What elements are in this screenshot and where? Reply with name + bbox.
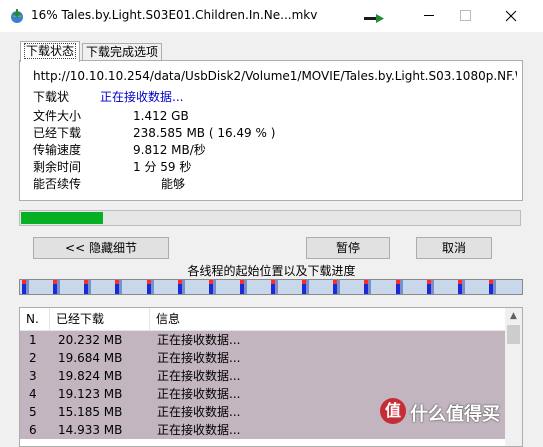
table-row[interactable]: 1 20.232 MB 正在接收数据... [20,331,505,349]
watermark-text: 什么值得买 [410,404,500,425]
status-value: 正在接收数据... [100,90,184,104]
tab-download-status-label: 下载状态 [24,43,77,59]
thread-progress-marker [182,280,185,294]
resume-value: 能够 [161,177,186,191]
scroll-thumb[interactable] [507,325,520,344]
row-info: 正在接收数据... [157,333,241,347]
row-downloaded: 15.185 MB [58,405,123,419]
column-header-n[interactable]: N. [20,308,50,330]
threads-caption: 各线程的起始位置以及下载进度 [187,264,356,278]
close-icon [505,10,517,22]
thread-list: N. 已经下载 信息 1 20.232 MB 正在接收数据... 2 19.68… [19,307,523,447]
download-progress-bar [19,210,521,226]
downloaded-label: 已经下载 [33,126,82,140]
row-downloaded: 14.933 MB [58,423,123,437]
cancel-button[interactable]: 取消 [416,237,492,259]
thread-progress-marker [26,280,29,294]
column-header-downloaded[interactable]: 已经下载 [50,308,150,330]
download-url: http://10.10.10.254/data/UsbDisk2/Volume… [33,69,517,83]
thread-progress-marker [337,280,340,294]
download-app-icon [11,9,23,23]
thread-progress-marker [493,280,496,294]
row-number: 4 [29,387,37,401]
resume-label: 能否续传 [33,177,82,191]
row-number: 6 [29,423,37,437]
row-downloaded: 20.232 MB [58,333,123,347]
row-downloaded: 19.123 MB [58,387,123,401]
thread-progress-marker [275,280,278,294]
pause-button[interactable]: 暂停 [306,237,390,259]
downloaded-value: 238.585 MB ( 16.49 % ) [133,126,276,140]
row-number: 1 [29,333,37,347]
status-panel: http://10.10.10.254/data/UsbDisk2/Volume… [19,60,523,201]
tab-completion-options-label: 下载完成选项 [86,45,159,59]
thread-progress-marker [151,280,154,294]
file-size-label: 文件大小 [33,109,82,123]
threads-progress-bar [19,279,523,295]
row-info: 正在接收数据... [157,351,241,365]
minimize-icon [424,15,434,16]
table-row[interactable]: 3 19.824 MB 正在接收数据... [20,367,505,385]
row-number: 5 [29,405,37,419]
watermark-logo-icon: 值 [380,398,406,424]
thread-progress-marker [368,280,371,294]
row-downloaded: 19.824 MB [58,369,123,383]
maximize-icon [460,10,471,21]
row-info: 正在接收数据... [157,369,241,383]
remaining-label: 剩余时间 [33,160,82,174]
tab-completion-options[interactable]: 下载完成选项 [82,43,163,61]
scroll-up-icon[interactable]: ▲ [505,308,522,325]
row-number: 2 [29,351,37,365]
title-bar: 16% Tales.by.Light.S03E01.Children.In.Ne… [0,0,543,32]
thread-progress-marker [244,280,247,294]
row-number: 3 [29,369,37,383]
window-title: 16% Tales.by.Light.S03E01.Children.In.Ne… [31,8,318,22]
speed-label: 传输速度 [33,143,82,157]
progress-fill [21,212,103,224]
thread-progress-marker [306,280,309,294]
thread-progress-marker [57,280,60,294]
speed-value: 9.812 MB/秒 [133,143,206,157]
thread-progress-marker [88,280,91,294]
table-row[interactable]: 2 19.684 MB 正在接收数据... [20,349,505,367]
status-label: 下载状 [33,90,70,104]
transfer-arrow-icon [364,14,384,23]
thread-progress-marker [400,280,403,294]
row-downloaded: 19.684 MB [58,351,123,365]
vertical-scrollbar[interactable]: ▲ [505,308,522,446]
thread-progress-marker [213,280,216,294]
row-info: 正在接收数据... [157,423,241,437]
thread-progress-marker [431,280,434,294]
row-info: 正在接收数据... [157,405,241,419]
remaining-value: 1 分 59 秒 [133,160,192,174]
hide-details-button[interactable]: << 隐藏细节 [33,237,169,259]
thread-progress-marker [119,280,122,294]
file-size-value: 1.412 GB [133,109,189,123]
maximize-button[interactable] [442,0,488,32]
tab-download-status[interactable]: 下载状态 [20,41,81,62]
thread-progress-marker [462,280,465,294]
close-button[interactable] [488,0,534,32]
row-info: 正在接收数据... [157,387,241,401]
column-header-info[interactable]: 信息 [150,308,505,330]
list-header: N. 已经下载 信息 [20,308,505,331]
